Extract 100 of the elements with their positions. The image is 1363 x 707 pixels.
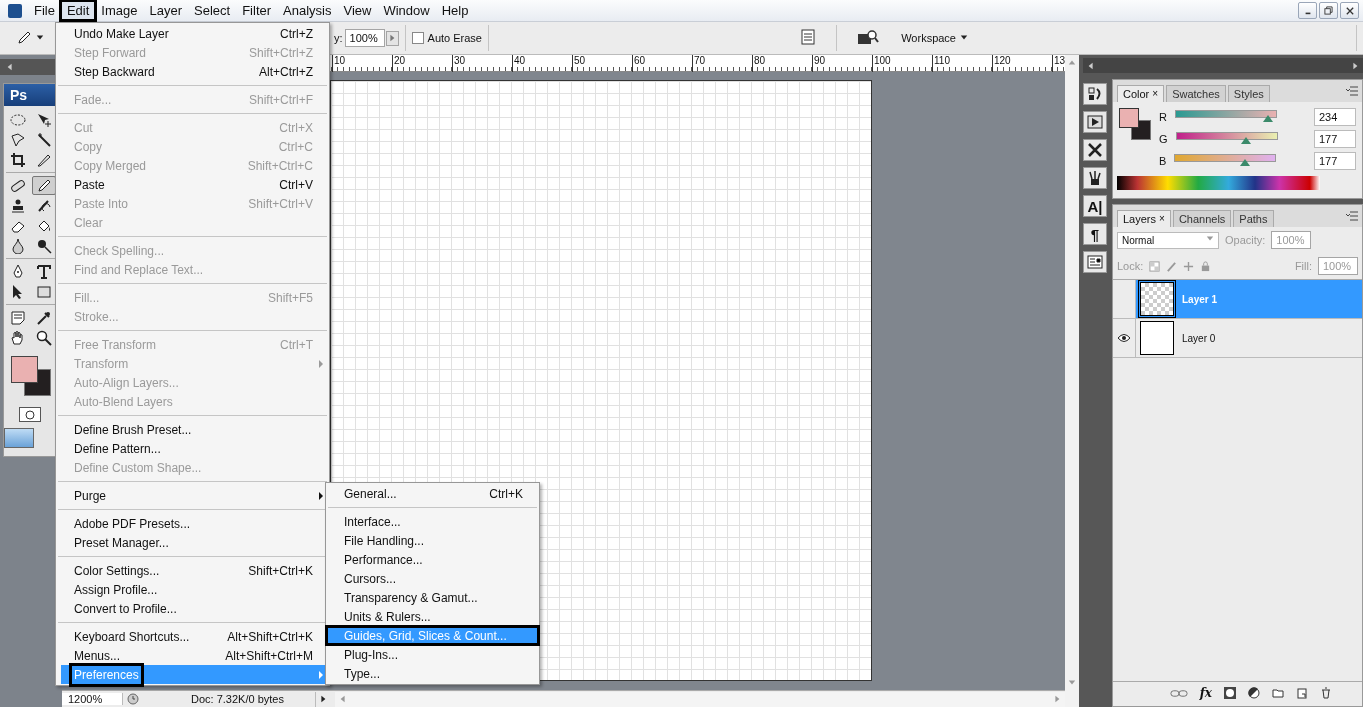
collapse-icon xyxy=(1087,61,1095,70)
close-icon[interactable]: × xyxy=(1152,88,1159,100)
menu[interactable]: File xyxy=(28,1,61,20)
half-circle-icon[interactable] xyxy=(1248,687,1260,699)
link-icon[interactable] xyxy=(1169,688,1188,698)
layer-row[interactable]: Layer 0 xyxy=(1113,319,1362,358)
quick-mask-button[interactable] xyxy=(19,407,41,422)
crop-icon xyxy=(10,151,26,168)
auto-erase-checkbox[interactable]: Auto Erase xyxy=(411,32,482,44)
menu-item[interactable]: Units & Rulers... xyxy=(326,607,539,626)
blend-mode-dropdown[interactable]: Normal xyxy=(1117,231,1219,249)
menu-item[interactable]: Assign Profile... xyxy=(56,580,329,599)
panel-tab[interactable]: Color × xyxy=(1117,85,1165,102)
tool-preset-picker[interactable] xyxy=(16,30,44,46)
menu-item[interactable]: Keyboard Shortcuts... Alt+Shift+Ctrl+K xyxy=(56,627,329,646)
slider-thumb[interactable] xyxy=(1239,159,1250,166)
drop-icon xyxy=(10,237,26,254)
panel-icon-button[interactable]: A| xyxy=(1083,195,1107,217)
slider-thumb[interactable] xyxy=(1240,137,1251,144)
magic-wand-icon xyxy=(36,131,52,148)
slider-thumb[interactable] xyxy=(1262,115,1273,122)
color-swatches-drawing[interactable] xyxy=(1119,108,1151,140)
panel-tab[interactable]: Layers × xyxy=(1117,210,1171,227)
hand-icon xyxy=(10,329,26,346)
menu[interactable]: Layer xyxy=(143,1,189,20)
panel-tab[interactable]: Channels xyxy=(1172,210,1232,227)
checker-icon[interactable] xyxy=(1149,260,1161,272)
restore-button[interactable] xyxy=(1319,2,1338,19)
menu-item[interactable]: Type... xyxy=(326,664,539,683)
menu-item[interactable]: Define Brush Preset... xyxy=(56,420,329,439)
menu-item[interactable]: File Handling... xyxy=(326,531,539,550)
collapse-icon xyxy=(6,63,14,71)
menu[interactable]: Analysis xyxy=(277,1,338,20)
close-button[interactable] xyxy=(1340,2,1359,19)
clock-icon xyxy=(127,693,139,705)
panel-icon-button[interactable] xyxy=(1083,83,1107,105)
panel-icon-button[interactable] xyxy=(1083,167,1107,189)
folder-icon[interactable] xyxy=(1272,687,1284,699)
panel-tab[interactable]: Swatches xyxy=(1166,85,1226,102)
menu[interactable]: Edit xyxy=(60,1,96,20)
menu-item[interactable]: Adobe PDF Presets... xyxy=(56,514,329,533)
menu-item[interactable]: Menus... Alt+Shift+Ctrl+M xyxy=(56,646,329,665)
menu-item[interactable]: Interface... xyxy=(326,512,539,531)
tool-button[interactable] xyxy=(32,176,56,195)
checkbox[interactable] xyxy=(411,32,424,44)
palette-well-button[interactable] xyxy=(800,28,817,48)
opacity-field[interactable]: 100% xyxy=(344,29,385,47)
panel-icon-button[interactable]: ¶ xyxy=(1083,223,1107,245)
menu-item[interactable]: Preset Manager... xyxy=(56,533,329,552)
channel-value-field[interactable]: 177 xyxy=(1314,130,1356,148)
panel-icon-button[interactable] xyxy=(1083,139,1107,161)
ellipse-icon xyxy=(10,111,26,128)
close-icon[interactable]: × xyxy=(1159,213,1165,225)
mask-icon[interactable] xyxy=(1224,687,1236,699)
layer-style-button[interactable]: fx xyxy=(1199,686,1212,700)
menu-item[interactable]: Color Settings... Shift+Ctrl+K xyxy=(56,561,329,580)
menu-item[interactable]: Step Backward Alt+Ctrl+Z xyxy=(56,62,329,81)
menu[interactable]: Image xyxy=(95,1,144,20)
panel-icon-button[interactable] xyxy=(1083,111,1107,133)
history-icon xyxy=(1087,86,1103,102)
menu-item[interactable]: Paste Ctrl+V xyxy=(56,175,329,194)
layer-comps-icon xyxy=(1087,254,1103,270)
caret-icon xyxy=(388,34,397,42)
opacity-slider-button[interactable] xyxy=(385,30,399,46)
trash-icon[interactable] xyxy=(1320,687,1332,699)
fill-label: Fill: xyxy=(1294,260,1312,272)
restore-icon xyxy=(1324,6,1333,15)
channel-value-field[interactable]: 234 xyxy=(1314,108,1356,126)
menu[interactable]: Select xyxy=(188,1,237,20)
screen-mode-button[interactable] xyxy=(4,428,34,448)
menu-item[interactable]: Performance... xyxy=(326,550,539,569)
color-swatches-drawing[interactable] xyxy=(10,355,52,397)
lasso-icon xyxy=(10,131,26,148)
panel-icon-button[interactable] xyxy=(1083,251,1107,273)
menu-item[interactable]: Plug-Ins... xyxy=(326,645,539,664)
menu[interactable]: Help xyxy=(435,1,475,20)
workspace-menu[interactable]: Workspace xyxy=(901,32,968,44)
horizontal-scrollbar[interactable] xyxy=(335,691,1065,707)
menu-item[interactable]: Convert to Profile... xyxy=(56,599,329,618)
menu-item[interactable]: Define Pattern... xyxy=(56,439,329,458)
color-spectrum-bar[interactable] xyxy=(1117,176,1320,190)
channel-value-field[interactable]: 177 xyxy=(1314,152,1356,170)
vertical-scrollbar[interactable] xyxy=(1065,55,1079,707)
menu[interactable]: Filter xyxy=(236,1,278,20)
new-layer-icon[interactable] xyxy=(1296,687,1308,699)
menu[interactable]: Window xyxy=(377,1,436,20)
document-icon xyxy=(800,28,817,45)
menu-item[interactable]: Undo Make Layer Ctrl+Z xyxy=(56,24,329,43)
menu[interactable]: View xyxy=(337,1,378,20)
panel-menu-icon[interactable] xyxy=(1346,211,1358,221)
menu-item[interactable]: Cursors... xyxy=(326,569,539,588)
visibility-toggle[interactable] xyxy=(1113,280,1136,318)
submenu-arrow-icon xyxy=(319,359,323,368)
type-tool-icon xyxy=(36,263,52,280)
panel-tab[interactable]: Paths xyxy=(1233,210,1274,227)
panel-tab[interactable]: Styles xyxy=(1227,85,1270,102)
menu-item[interactable]: General... Ctrl+K xyxy=(326,484,539,503)
panel-menu-icon[interactable] xyxy=(1346,86,1358,96)
menu-item[interactable]: Transparency & Gamut... xyxy=(326,588,539,607)
zoom-field[interactable]: 1200% xyxy=(62,693,123,705)
